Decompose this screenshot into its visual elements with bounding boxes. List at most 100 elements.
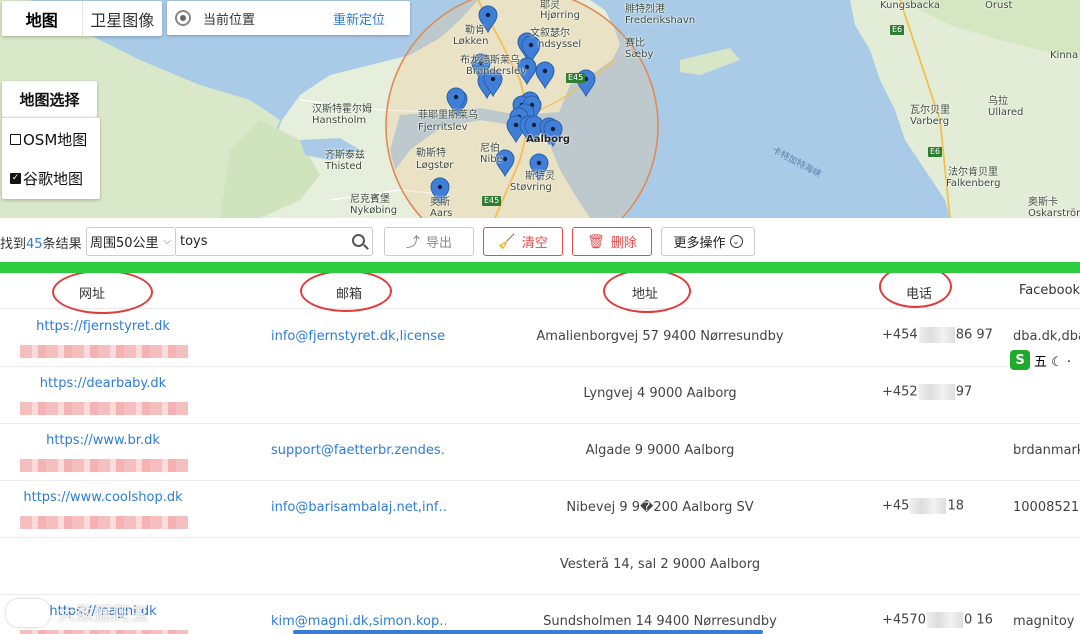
redacted-text: [20, 459, 188, 472]
delete-label: 删除: [610, 236, 637, 251]
phone-cell: +454 86 97: [882, 327, 993, 343]
relocate-link[interactable]: 重新定位: [333, 9, 385, 28]
table-row[interactable]: https://fjernstyret.dk info@fjernstyret.d…: [0, 309, 1080, 367]
phone-prefix: +4570: [882, 612, 926, 628]
map-label: Kungsbacka: [880, 0, 941, 11]
clear-button[interactable]: 🧹 清空: [483, 227, 563, 256]
table-row[interactable]: https://magni.dk kim@magni.dk,simon.kop… S…: [0, 594, 1080, 634]
column-header-facebook[interactable]: Facebook: [1019, 283, 1080, 298]
website-link[interactable]: https://fjernstyret.dk: [0, 319, 206, 334]
address-cell: Nibevej 9 9�200 Aalborg SV: [566, 500, 754, 515]
map-label: Orust: [985, 0, 1013, 11]
current-location-label: 当前位置: [203, 12, 256, 28]
map-label: 齐斯泰兹: [325, 150, 365, 161]
option-osm-map[interactable]: OSM地图: [10, 129, 87, 150]
location-target-icon: [175, 10, 191, 26]
map-label: Varberg: [910, 116, 950, 127]
export-button[interactable]: ⤴ 导出: [384, 227, 474, 256]
search-box[interactable]: [176, 227, 373, 256]
map-label: Frederikshavn: [625, 15, 696, 26]
map-label: Nykøbing: [350, 205, 398, 216]
found-count: 45: [26, 237, 43, 252]
address-cell: Sundsholmen 14 9400 Nørresundby: [543, 614, 777, 629]
map-label: 赛比: [625, 38, 645, 49]
website-link[interactable]: https://www.br.dk: [0, 433, 206, 448]
map-label: 尼克賓堡: [350, 194, 390, 205]
website-link[interactable]: https://www.coolshop.dk: [0, 490, 206, 505]
map-label: Hanstholm: [312, 115, 367, 126]
search-input[interactable]: [178, 233, 342, 250]
email-link[interactable]: kim@magni.dk,simon.kop…: [271, 614, 446, 629]
map-label: Aars: [430, 208, 453, 218]
map-label: 汉斯特霍尔姆: [312, 104, 372, 115]
delete-button[interactable]: 🗑 删除: [572, 227, 652, 256]
map-label: Nibe: [480, 154, 503, 165]
email-link[interactable]: support@faetterbr.zendes…: [271, 443, 446, 458]
watermark: 大数据爬虫: [6, 599, 148, 627]
map-label: Aalborg: [526, 134, 571, 145]
road-badge: E45: [566, 73, 586, 83]
redacted-digits: [918, 384, 955, 400]
map-select-options: OSM地图 ✓ 谷歌地图: [2, 117, 100, 199]
more-actions-button[interactable]: 更多操作 ⌄: [661, 227, 755, 256]
map-select-title[interactable]: 地图选择: [2, 81, 97, 117]
map-label: 勒斯特: [416, 148, 446, 159]
table-row[interactable]: Vesterå 14, sal 2 9000 Aalborg: [0, 537, 1080, 595]
checkbox-osm[interactable]: [10, 134, 21, 145]
facebook-cell: magnitoy: [1013, 614, 1075, 629]
map-label: Thisted: [325, 161, 362, 172]
checkbox-google[interactable]: ✓: [10, 173, 21, 184]
website-link[interactable]: https://dearbaby.dk: [0, 376, 206, 391]
email-link[interactable]: info@fjernstyret.dk,license…: [271, 329, 446, 344]
map-label: 斯特灵: [525, 171, 555, 182]
phone-suffix: 18: [947, 498, 964, 514]
horizontal-scrollbar[interactable]: [293, 630, 763, 634]
option-google-map[interactable]: ✓ 谷歌地图: [10, 168, 83, 189]
table-row[interactable]: https://dearbaby.dk Lyngvej 4 9000 Aalbor…: [0, 366, 1080, 424]
clear-label: 清空: [521, 236, 548, 251]
option-label: OSM地图: [23, 131, 88, 149]
map-label: 奥斯: [430, 197, 450, 208]
map-label: 尼伯: [480, 143, 500, 154]
found-prefix: 找到: [0, 237, 27, 252]
option-label: 谷歌地图: [23, 170, 84, 188]
map-label: 乌拉: [988, 96, 1008, 107]
map-label: Fjerritslev: [418, 122, 468, 133]
map-view[interactable]: 腓特烈港 Frederikshavn 耶灵 Hjørring 勒肯 Løkken…: [0, 0, 1080, 218]
email-link[interactable]: info@barisambalaj.net,inf…: [271, 500, 446, 515]
radius-select[interactable]: 周围50公里 ⌵: [86, 227, 176, 256]
table-row[interactable]: https://www.coolshop.dk info@barisambalaj…: [0, 480, 1080, 538]
annotation-ellipse: [300, 273, 392, 312]
table-row[interactable]: https://www.br.dk support@faetterbr.zende…: [0, 423, 1080, 481]
search-icon[interactable]: [352, 234, 365, 247]
more-label: 更多操作: [673, 236, 726, 251]
redacted-digits: [910, 498, 947, 514]
broom-icon: 🧹: [498, 233, 516, 250]
road-badge: E6: [928, 147, 943, 157]
annotation-ellipse: [879, 273, 952, 308]
progress-bar: [0, 262, 1080, 273]
phone-suffix: 97: [955, 384, 973, 400]
result-count: 找到45条结果: [0, 233, 82, 252]
map-label: 文叙瑟尔: [530, 28, 570, 39]
ime-toolbar[interactable]: S 五 ☾ ·: [1010, 349, 1080, 371]
phone-prefix: +452: [882, 384, 918, 400]
address-cell: Vesterå 14, sal 2 9000 Aalborg: [559, 557, 761, 572]
map-label: Ullared: [988, 107, 1024, 118]
phone-suffix: 0 16: [963, 612, 993, 628]
address-cell: Amalienborgvej 57 9400 Nørresundby: [536, 329, 784, 344]
watermark-logo-icon: [6, 599, 50, 627]
tab-map[interactable]: 地图: [2, 1, 83, 36]
redacted-text: [20, 402, 188, 415]
map-label: 菲耶里斯莱乌: [418, 110, 478, 121]
map-label: Falkenberg: [946, 178, 1001, 189]
ime-text: 五 ☾ ·: [1034, 354, 1072, 370]
address-cell: Algade 9 9000 Aalborg: [585, 443, 735, 458]
redacted-text: [20, 516, 188, 529]
map-label: 布龙德斯莱乌: [460, 55, 520, 66]
map-pin-icon[interactable]: [535, 61, 555, 90]
tab-satellite[interactable]: 卫星图像: [83, 1, 163, 36]
map-label: Sæby: [625, 49, 654, 60]
map-label: 勒肯: [465, 25, 485, 36]
facebook-cell: 100085210: [1013, 500, 1080, 515]
